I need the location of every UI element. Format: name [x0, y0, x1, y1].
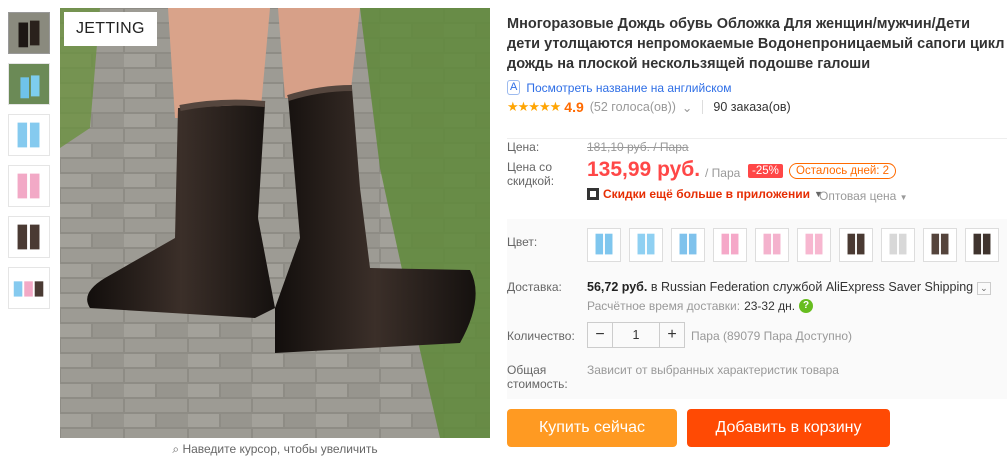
orders-count: 90 заказа(ов): [713, 100, 791, 114]
buy-now-button[interactable]: Купить сейчас: [507, 409, 677, 447]
app-deal-label[interactable]: Скидки ещё больше в приложении: [603, 187, 810, 201]
rating-row: ★★★★★ 4.9 (52 голоса(ов)) ⌄ 90 заказа(ов…: [507, 99, 1007, 115]
days-left-badge: Осталось дней: 2: [789, 163, 897, 179]
original-price: 181,10 руб. / Пара: [587, 140, 689, 154]
add-to-cart-button[interactable]: Добавить в корзину: [687, 409, 890, 447]
increase-quantity-button[interactable]: +: [660, 323, 684, 347]
translate-label[interactable]: Посмотреть название на английском: [526, 81, 731, 95]
thumbnail-image[interactable]: [8, 216, 50, 258]
shipping-cost: 56,72 руб.: [587, 280, 648, 294]
chevron-down-icon[interactable]: ⌄: [682, 100, 692, 115]
product-photo: [60, 8, 490, 438]
shipping-info: 56,72 руб. в Russian Federation службой …: [587, 280, 991, 295]
shipping-label: Доставка:: [507, 280, 562, 294]
delivery-estimate-value: 23-32 дн.: [744, 299, 796, 313]
wholesale-price-dropdown[interactable]: Оптовая цена ▼: [819, 189, 908, 203]
total-label-line1: Общая: [507, 363, 547, 377]
caret-down-icon: ▼: [899, 193, 908, 202]
color-swatch[interactable]: [755, 228, 789, 262]
total-value: Зависит от выбранных характеристик товар…: [587, 363, 839, 377]
product-title: Многоразовые Дождь обувь Обложка Для жен…: [507, 16, 1005, 72]
color-swatch[interactable]: [923, 228, 957, 262]
translate-icon: A: [507, 80, 521, 95]
discount-badge: -25%: [748, 164, 783, 178]
app-deal-dropdown[interactable]: Скидки ещё больше в приложении ▼: [587, 187, 823, 201]
rating-score: 4.9: [564, 99, 584, 115]
thumbnail-image[interactable]: [8, 114, 50, 156]
color-swatch[interactable]: [629, 228, 663, 262]
delivery-estimate-label: Расчётное время доставки:: [587, 299, 741, 313]
total-label-line2: стоимость:: [507, 377, 568, 391]
quantity-label: Количество:: [507, 329, 575, 343]
thumbnail-image[interactable]: [8, 12, 50, 54]
translate-link[interactable]: A Посмотреть название на английском: [507, 80, 1007, 95]
zoom-hint-text: Наведите курсор, чтобы увеличить: [182, 442, 378, 456]
chevron-down-icon[interactable]: ⌄: [977, 282, 991, 295]
quantity-input[interactable]: 1: [612, 323, 660, 347]
help-icon[interactable]: ?: [799, 299, 814, 313]
color-swatch[interactable]: [965, 228, 999, 262]
total-label: Общая стоимость:: [507, 363, 568, 391]
main-product-image[interactable]: JETTING: [60, 8, 490, 438]
decrease-quantity-button[interactable]: −: [588, 323, 612, 347]
price-unit: / Пара: [705, 166, 741, 180]
quantity-available: Пара (89079 Пара Доступно): [691, 329, 853, 343]
discount-price-label-line1: Цена со: [507, 160, 552, 174]
star-rating-icon: ★★★★★: [507, 99, 561, 114]
product-info: Многоразовые Дождь обувь Обложка Для жен…: [507, 14, 1007, 447]
zoom-hint: ⌕ Наведите курсор, чтобы увеличить: [60, 442, 490, 457]
discount-price-label: Цена со скидкой:: [507, 160, 554, 188]
shipping-method: в Russian Federation службой AliExpress …: [650, 280, 974, 294]
thumbnail-image[interactable]: [8, 267, 50, 309]
thumbnail-list: [8, 12, 52, 318]
qr-code-icon: [587, 188, 599, 200]
thumbnail-image[interactable]: [8, 63, 50, 105]
color-swatches: [587, 228, 999, 262]
color-swatch[interactable]: [839, 228, 873, 262]
discount-price-label-line2: скидкой:: [507, 174, 555, 188]
divider: [507, 138, 1007, 139]
divider: [702, 100, 704, 114]
color-swatch[interactable]: [713, 228, 747, 262]
color-swatch[interactable]: [797, 228, 831, 262]
color-swatch[interactable]: [881, 228, 915, 262]
wholesale-label[interactable]: Оптовая цена: [819, 189, 896, 203]
delivery-estimate: Расчётное время доставки: 23-32 дн. ?: [587, 299, 814, 313]
current-price: 135,99 руб.: [587, 158, 701, 181]
color-swatch[interactable]: [671, 228, 705, 262]
votes-link[interactable]: (52 голоса(ов)): [590, 100, 676, 114]
color-swatch[interactable]: [587, 228, 621, 262]
brand-label: JETTING: [64, 12, 157, 46]
color-label: Цвет:: [507, 235, 538, 249]
thumbnail-image[interactable]: [8, 165, 50, 207]
price-label: Цена:: [507, 140, 540, 154]
quantity-stepper: − 1 +: [587, 322, 685, 348]
search-icon: ⌕: [172, 442, 180, 456]
